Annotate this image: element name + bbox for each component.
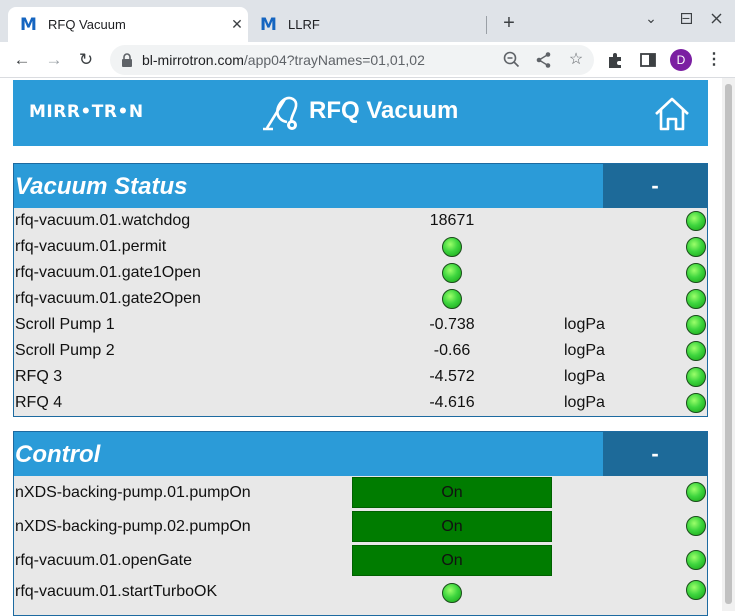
row-label: rfq-vacuum.01.gate1Open	[15, 264, 201, 281]
row-unit: logPa	[564, 342, 605, 359]
app-header: MIRR•TR•N RFQ Vacuum	[13, 80, 708, 146]
value-led-icon	[442, 289, 462, 309]
row-value: 18671	[429, 212, 475, 229]
collapse-toggle-button[interactable]: -	[603, 164, 707, 208]
address-bar[interactable]: bl-mirrotron.com/app04?trayNames=01,01,0…	[110, 45, 594, 75]
browser-toolbar: ← → ↻ bl-mirrotron.com/app04?trayNames=0…	[0, 42, 735, 78]
status-led-icon	[686, 367, 706, 387]
close-window-icon[interactable]	[711, 13, 722, 24]
row-unit: logPa	[564, 368, 605, 385]
control-row-backing-pump-02: nXDS-backing-pump.02.pumpOn On	[14, 510, 707, 544]
vacuum-status-header: Vacuum Status -	[14, 164, 707, 208]
maximize-icon[interactable]	[681, 13, 692, 24]
more-menu-icon[interactable]: ⋮	[704, 50, 724, 70]
row-label: rfq-vacuum.01.openGate	[15, 552, 192, 569]
control-row-start-turbo-ok: rfq-vacuum.01.startTurboOK	[14, 578, 707, 607]
status-led-icon	[686, 516, 706, 536]
status-row-permit: rfq-vacuum.01.permit	[14, 234, 707, 260]
status-led-icon	[686, 341, 706, 361]
tab-close-icon[interactable]: ✕	[226, 16, 248, 33]
forward-arrow-icon[interactable]: →	[42, 48, 66, 72]
row-label: rfq-vacuum.01.watchdog	[15, 212, 191, 229]
value-led-icon	[442, 237, 462, 257]
status-led-icon	[686, 315, 706, 335]
extensions-puzzle-icon[interactable]	[606, 50, 626, 70]
chevron-down-icon[interactable]: ⌄	[641, 10, 661, 27]
row-value: -0.738	[429, 316, 475, 333]
mirrotron-favicon-icon: M	[260, 14, 277, 35]
value-led-icon	[442, 583, 462, 603]
reload-icon[interactable]: ↻	[74, 48, 98, 72]
vacuum-cleaner-icon	[263, 96, 298, 131]
collapse-toggle-button[interactable]: -	[603, 432, 707, 476]
status-led-icon	[686, 289, 706, 309]
status-led-icon	[686, 482, 706, 502]
panel-title: Vacuum Status	[15, 173, 188, 200]
row-label: RFQ 4	[15, 394, 63, 411]
value-led-icon	[442, 263, 462, 283]
new-tab-button[interactable]: +	[497, 13, 521, 33]
control-row-open-gate: rfq-vacuum.01.openGate On	[14, 544, 707, 578]
row-label: rfq-vacuum.01.gate2Open	[15, 290, 201, 307]
mirrotron-favicon-icon: M	[20, 14, 37, 35]
page-title: RFQ Vacuum	[309, 97, 459, 124]
row-label: Scroll Pump 1	[15, 316, 115, 333]
url-host: bl-mirrotron.com	[142, 52, 244, 68]
tab-title: LLRF	[288, 17, 320, 32]
status-row-gate1open: rfq-vacuum.01.gate1Open	[14, 260, 707, 286]
tab-title: RFQ Vacuum	[48, 17, 126, 32]
status-row-scroll-pump-1: Scroll Pump 1 -0.738 logPa	[14, 312, 707, 338]
row-unit: logPa	[564, 316, 605, 333]
row-label: rfq-vacuum.01.startTurboOK	[15, 583, 218, 600]
row-unit: logPa	[564, 394, 605, 411]
pump-on-button[interactable]: On	[352, 477, 552, 508]
url-text[interactable]: bl-mirrotron.com/app04?trayNames=01,01,0…	[142, 52, 425, 68]
mirrotron-logo: MIRR•TR•N	[29, 102, 144, 122]
pump-on-button[interactable]: On	[352, 511, 552, 542]
bookmark-star-icon[interactable]: ☆	[566, 50, 586, 70]
scrollbar-thumb[interactable]	[725, 84, 732, 604]
tab-separator	[486, 16, 487, 34]
page-content: MIRR•TR•N RFQ Vacuum Vacuum Status - rfq…	[0, 78, 722, 616]
profile-avatar[interactable]: D	[670, 49, 692, 71]
row-label: Scroll Pump 2	[15, 342, 115, 359]
control-header: Control -	[14, 432, 707, 476]
status-row-gate2open: rfq-vacuum.01.gate2Open	[14, 286, 707, 312]
row-value: -4.572	[429, 368, 475, 385]
status-row-scroll-pump-2: Scroll Pump 2 -0.66 logPa	[14, 338, 707, 364]
row-value: -0.66	[433, 342, 471, 359]
browser-tab-strip: M RFQ Vacuum ✕ M LLRF + ⌄ −	[0, 0, 735, 42]
status-row-watchdog: rfq-vacuum.01.watchdog 18671	[14, 208, 707, 234]
row-label: rfq-vacuum.01.permit	[15, 238, 167, 255]
status-led-icon	[686, 580, 706, 600]
status-led-icon	[686, 393, 706, 413]
vacuum-status-panel: Vacuum Status - rfq-vacuum.01.watchdog 1…	[13, 163, 708, 417]
status-led-icon	[686, 550, 706, 570]
lock-icon	[122, 53, 132, 67]
back-arrow-icon[interactable]: ←	[10, 48, 34, 72]
row-label: nXDS-backing-pump.01.pumpOn	[15, 484, 251, 501]
zoom-out-icon[interactable]	[502, 50, 522, 70]
side-panel-icon[interactable]	[638, 50, 658, 70]
tab-rfq-vacuum[interactable]: M RFQ Vacuum ✕	[8, 7, 248, 42]
row-value: -4.616	[429, 394, 475, 411]
url-path: /app04?trayNames=01,01,02	[243, 52, 425, 68]
status-led-icon	[686, 263, 706, 283]
control-panel: Control - nXDS-backing-pump.01.pumpOn On…	[13, 431, 708, 616]
tab-llrf[interactable]: M LLRF	[250, 7, 486, 42]
share-icon[interactable]	[534, 50, 554, 70]
status-led-icon	[686, 237, 706, 257]
open-gate-on-button[interactable]: On	[352, 545, 552, 576]
status-row-rfq-4: RFQ 4 -4.616 logPa	[14, 390, 707, 416]
row-label: RFQ 3	[15, 368, 63, 385]
panel-title: Control	[15, 441, 101, 468]
home-icon[interactable]	[653, 95, 691, 133]
control-row-backing-pump-01: nXDS-backing-pump.01.pumpOn On	[14, 476, 707, 510]
row-label: nXDS-backing-pump.02.pumpOn	[15, 518, 251, 535]
status-led-icon	[686, 211, 706, 231]
status-row-rfq-3: RFQ 3 -4.572 logPa	[14, 364, 707, 390]
